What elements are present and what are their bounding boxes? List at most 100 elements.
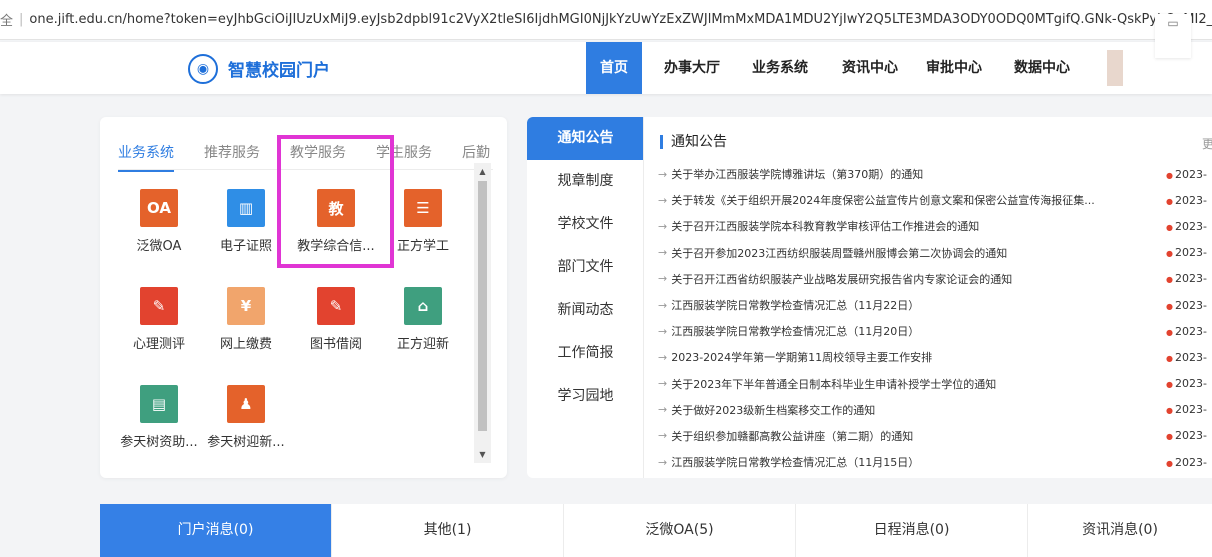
app-psych-test[interactable]: ✎ 心理测评: [114, 287, 204, 352]
notice-item[interactable]: →关于2023年下半年普通全日制本科毕业生申请补授学士学位的通知 2023-: [658, 371, 1212, 397]
vtab-announcements[interactable]: 通知公告: [527, 117, 644, 160]
nav-service-hall[interactable]: 办事大厅: [650, 42, 734, 94]
scroll-up-icon[interactable]: ▲: [474, 167, 491, 176]
notice-title[interactable]: 关于召开参加2023江西纺织服装周暨赣州服博会第二次协调会的通知: [671, 245, 1007, 261]
arrow-icon: →: [658, 298, 668, 312]
nav-approval-center[interactable]: 审批中心: [912, 42, 996, 94]
person-edit-icon: ✎: [317, 287, 355, 325]
notice-date: 2023-: [1166, 246, 1207, 259]
vtab-school-documents[interactable]: 学校文件: [527, 203, 644, 246]
notice-date: 2023-: [1166, 194, 1207, 207]
notice-date: 2023-: [1166, 456, 1207, 469]
app-label: 参天树迎新...: [207, 435, 285, 450]
nav-business-systems[interactable]: 业务系统: [738, 42, 822, 94]
notice-item[interactable]: →江西服装学院日常教学检查情况汇总（11月15日） 2023-: [658, 449, 1212, 475]
vtab-divider: [643, 117, 644, 478]
notice-title[interactable]: 关于举办江西服装学院博雅讲坛（第370期）的通知: [671, 166, 923, 182]
security-indicator: 全: [0, 14, 14, 29]
vtab-work-briefs[interactable]: 工作简报: [527, 332, 644, 375]
notice-item[interactable]: →江西服装学院日常教学检查情况汇总（11月22日） 2023-: [658, 292, 1212, 318]
notice-category-tabs: 通知公告 规章制度 学校文件 部门文件 新闻动态 工作简报 学习园地: [527, 117, 644, 478]
building-icon: ⌂: [404, 287, 442, 325]
scroll-down-icon[interactable]: ▼: [474, 450, 491, 459]
arrow-icon: →: [658, 272, 668, 286]
app-library-borrow[interactable]: ✎ 图书借阅: [291, 287, 381, 352]
notice-title[interactable]: 关于召开江西省纺织服装产业战略发展研究报告省内专家论证会的通知: [671, 271, 1012, 287]
url-text[interactable]: one.jift.edu.cn/home?token=eyJhbGciOiJIU…: [29, 12, 1212, 27]
site-header: ◉ 智慧校园门户 首页 办事大厅 业务系统 资讯中心 审批中心 数据中心: [0, 42, 1212, 94]
nav-data-center[interactable]: 数据中心: [1000, 42, 1084, 94]
tab-other-messages[interactable]: 其他(1): [332, 504, 564, 557]
arrow-icon: →: [658, 429, 668, 443]
screen-icon: ☰: [404, 189, 442, 227]
network-icon: ▤: [140, 385, 178, 423]
app-online-payment[interactable]: ¥ 网上缴费: [201, 287, 291, 352]
vtab-news[interactable]: 新闻动态: [527, 289, 644, 332]
tab-fanwei-oa-messages[interactable]: 泛微OA(5): [564, 504, 796, 557]
nav-info-center[interactable]: 资讯中心: [828, 42, 912, 94]
presenter-icon: ♟: [227, 385, 265, 423]
tab-business-systems[interactable]: 业务系统: [118, 142, 174, 172]
app-label: 心理测评: [132, 337, 185, 352]
notice-title[interactable]: 关于转发《关于组织开展2024年度保密公益宣传片创意文案和保密公益宣传海报征集.…: [671, 192, 1094, 208]
tab-info-messages[interactable]: 资讯消息(0): [1028, 504, 1212, 557]
school-logo-icon[interactable]: ◉: [188, 54, 218, 84]
app-label: 网上缴费: [219, 337, 272, 352]
arrow-icon: →: [658, 403, 668, 417]
more-link[interactable]: 更: [1202, 135, 1212, 152]
main-nav: 首页 办事大厅 业务系统 资讯中心 审批中心 数据中心: [586, 42, 1084, 94]
app-label: 正方迎新: [396, 337, 449, 352]
scroll-thumb[interactable]: [478, 181, 487, 431]
annotation-highlight-box: [277, 135, 394, 268]
person-edit-icon: ✎: [140, 287, 178, 325]
notice-title[interactable]: 关于做好2023级新生档案移交工作的通知: [671, 402, 875, 418]
certificate-icon: ▥: [227, 189, 265, 227]
notice-title[interactable]: 江西服装学院日常教学检查情况汇总（11月22日）: [671, 297, 919, 313]
notice-title[interactable]: 2023-2024学年第一学期第11周校领导主要工作安排: [671, 349, 932, 365]
notice-panel: 通知公告 规章制度 学校文件 部门文件 新闻动态 工作简报 学习园地 通知公告 …: [527, 117, 1212, 478]
notice-date: 2023-: [1166, 168, 1207, 181]
notice-date: 2023-: [1166, 429, 1207, 442]
notice-title[interactable]: 关于2023年下半年普通全日制本科毕业生申请补授学士学位的通知: [671, 376, 996, 392]
notice-list: →关于举办江西服装学院博雅讲坛（第370期）的通知2023-→关于转发《关于组织…: [658, 161, 1212, 475]
notice-item[interactable]: →2023-2024学年第一学期第11周校领导主要工作安排 2023-: [658, 344, 1212, 370]
notice-item[interactable]: →关于组织参加赣鄱高教公益讲座（第二期）的通知 2023-: [658, 423, 1212, 449]
message-tabs: 门户消息(0) 其他(1) 泛微OA(5) 日程消息(0) 资讯消息(0): [100, 504, 1212, 557]
tab-schedule-messages[interactable]: 日程消息(0): [796, 504, 1028, 557]
notice-title[interactable]: 关于组织参加赣鄱高教公益讲座（第二期）的通知: [671, 428, 913, 444]
notice-item[interactable]: → 关于转发《关于组织开展2024年度保密公益宣传片创意文案和保密公益宣传海报征集…: [658, 187, 1212, 213]
app-zhengfang-welcome[interactable]: ⌂ 正方迎新: [378, 287, 468, 352]
payment-card-icon: ¥: [227, 287, 265, 325]
app-cantianshu-aid[interactable]: ▤ 参天树资助...: [114, 385, 204, 450]
vtab-department-documents[interactable]: 部门文件: [527, 246, 644, 289]
vtab-regulations[interactable]: 规章制度: [527, 160, 644, 203]
address-bar[interactable]: 全 | one.jift.edu.cn/home?token=eyJhbGciO…: [0, 0, 1212, 40]
notice-date: 2023-: [1166, 351, 1207, 364]
notice-title[interactable]: 江西服装学院日常教学检查情况汇总（11月20日）: [671, 323, 919, 339]
notice-item[interactable]: →关于做好2023级新生档案移交工作的通知 2023-: [658, 397, 1212, 423]
app-label: 图书借阅: [309, 337, 362, 352]
notice-item[interactable]: →关于召开江西省纺织服装产业战略发展研究报告省内专家论证会的通知 2023-: [658, 266, 1212, 292]
apps-scrollbar[interactable]: ▲ ▼: [474, 163, 491, 463]
notice-item[interactable]: →关于召开参加2023江西纺织服装周暨赣州服博会第二次协调会的通知 2023-: [658, 240, 1212, 266]
notice-item[interactable]: →关于召开江西服装学院本科教育教学审核评估工作推进会的通知 2023-: [658, 213, 1212, 239]
notice-date: 2023-: [1166, 299, 1207, 312]
site-title[interactable]: 智慧校园门户: [228, 56, 330, 81]
notice-item[interactable]: →江西服装学院日常教学检查情况汇总（11月20日） 2023-: [658, 318, 1212, 344]
vtab-learning-garden[interactable]: 学习园地: [527, 375, 644, 418]
notice-date: 2023-: [1166, 325, 1207, 338]
nav-home[interactable]: 首页: [586, 42, 642, 94]
user-avatar-placeholder[interactable]: [1107, 50, 1123, 86]
notice-title[interactable]: 江西服装学院日常教学检查情况汇总（11月15日）: [671, 454, 919, 470]
tab-recommended-services[interactable]: 推荐服务: [204, 142, 260, 172]
tab-portal-messages[interactable]: 门户消息(0): [100, 504, 332, 557]
notice-date: 2023-: [1166, 377, 1207, 390]
oa-icon: OA: [140, 189, 178, 227]
app-cantianshu-welcome[interactable]: ♟ 参天树迎新...: [201, 385, 291, 450]
arrow-icon: →: [658, 324, 668, 338]
notice-title[interactable]: 关于召开江西服装学院本科教育教学审核评估工作推进会的通知: [671, 218, 979, 234]
notice-item[interactable]: →关于举办江西服装学院博雅讲坛（第370期）的通知 2023-: [658, 161, 1212, 187]
app-fanwei-oa[interactable]: OA 泛微OA: [114, 189, 204, 254]
menu-toggle-icon[interactable]: ▭: [1155, 14, 1191, 58]
arrow-icon: →: [658, 193, 668, 207]
